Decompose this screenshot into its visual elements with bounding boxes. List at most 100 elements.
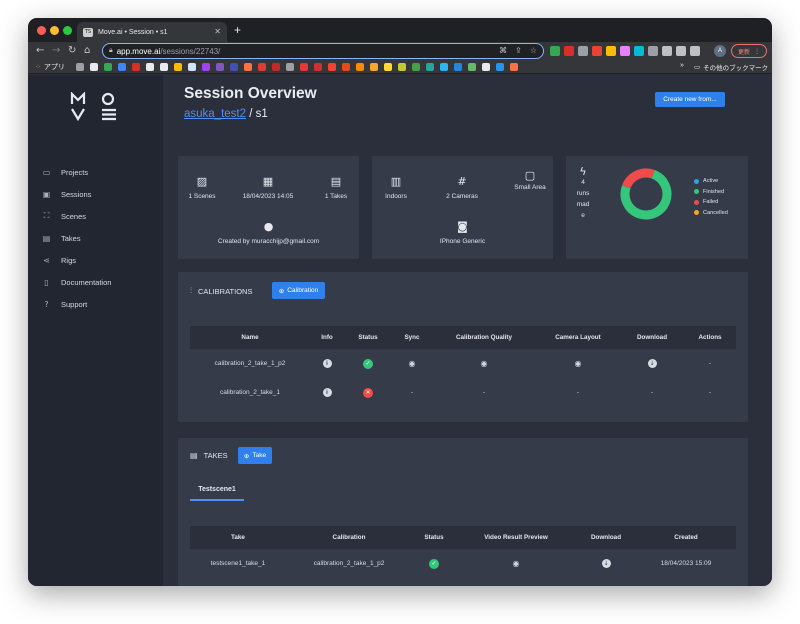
bookmark-icon[interactable] (76, 63, 84, 71)
bookmark-icon[interactable] (160, 63, 168, 71)
share-icon[interactable]: ⇪ (515, 46, 522, 55)
bookmark-icon[interactable] (118, 63, 126, 71)
bookmark-icon[interactable] (342, 63, 350, 71)
puzzle-icon[interactable] (648, 46, 658, 56)
bookmark-icon[interactable] (412, 63, 420, 71)
sidebar-item-sessions[interactable]: ▣ Sessions (42, 183, 111, 205)
extension-icon[interactable] (634, 46, 644, 56)
sidebar-item-takes[interactable]: ▤ Takes (42, 227, 111, 249)
extension-icon[interactable] (550, 46, 560, 56)
bookmark-icon[interactable] (356, 63, 364, 71)
download-icon[interactable] (676, 46, 686, 56)
bookmark-icon[interactable] (496, 63, 504, 71)
bookmark-star-icon[interactable]: ☆ (530, 46, 537, 55)
download-icon[interactable]: ↓ (647, 359, 657, 368)
bookmark-icon[interactable] (468, 63, 476, 71)
sidebar-icon[interactable] (690, 46, 700, 56)
maximize-window-button[interactable] (63, 26, 72, 35)
home-icon[interactable]: ⌂ (84, 45, 90, 56)
lock-icon: 🔒︎ (109, 47, 113, 54)
bookmarks-more-button[interactable]: » (680, 62, 684, 69)
bookmark-icon[interactable] (426, 63, 434, 71)
address-bar[interactable]: 🔒︎ app.move.ai/sessions/22743/ ⌘ ⇪ ☆ (102, 43, 544, 59)
sidebar-item-scenes[interactable]: ⛶ Scenes (42, 205, 111, 227)
bookmark-icon[interactable] (286, 63, 294, 71)
sliders-icon: ⫶ (190, 286, 192, 295)
bookmark-icon[interactable] (300, 63, 308, 71)
project-link[interactable]: asuka_test2 (184, 108, 246, 120)
create-new-from-button[interactable]: Create new from... (655, 92, 725, 107)
bookmark-icon[interactable] (258, 63, 266, 71)
extension-icon[interactable] (592, 46, 602, 56)
eye-icon[interactable]: ◉ (409, 359, 416, 368)
image-icon: ▨ (196, 175, 208, 188)
sidebar-item-documentation[interactable]: ▯ Documentation (42, 271, 111, 293)
info-icon[interactable]: i (322, 388, 332, 397)
location-stat: ▥ Indoors (378, 175, 414, 200)
camera-model-stat: ◙ IPhone Generic (372, 220, 553, 245)
sidebar-item-support[interactable]: ? Support (42, 293, 111, 315)
column-header: Sync (404, 334, 420, 341)
sidebar-item-projects[interactable]: ▭ Projects (42, 161, 111, 183)
browser-tab[interactable]: TS Move.ai • Session • s1 ✕ (77, 22, 227, 42)
eye-icon[interactable]: ◉ (481, 359, 488, 368)
back-icon[interactable]: ← (36, 45, 44, 56)
bookmark-icon[interactable] (440, 63, 448, 71)
bookmark-icon[interactable] (188, 63, 196, 71)
take-name[interactable]: testscene1_take_1 (190, 560, 286, 567)
eye-icon[interactable]: ◉ (575, 359, 582, 368)
bookmark-icon[interactable] (202, 63, 210, 71)
minimize-window-button[interactable] (50, 26, 59, 35)
column-header: Actions (698, 334, 722, 341)
profile-avatar[interactable]: A (714, 45, 726, 57)
column-header: Created (674, 534, 698, 541)
extension-icon[interactable] (606, 46, 616, 56)
bookmark-icon[interactable] (272, 63, 280, 71)
bookmark-icon[interactable] (510, 63, 518, 71)
translate-icon[interactable]: ⌘ (499, 46, 507, 55)
close-window-button[interactable] (37, 26, 46, 35)
forward-icon[interactable]: → (52, 45, 60, 56)
bookmark-icon[interactable] (174, 63, 182, 71)
update-label: 更新 (737, 49, 750, 56)
download-icon[interactable]: ↓ (601, 559, 611, 568)
bookmark-icon[interactable] (328, 63, 336, 71)
breadcrumb: asuka_test2 / s1 (184, 108, 268, 120)
info-icon[interactable]: i (322, 359, 332, 368)
other-bookmarks[interactable]: ▭ その他のブックマーク (694, 62, 768, 72)
sidebar-item-rigs[interactable]: ⋖ Rigs (42, 249, 111, 271)
bookmark-icon[interactable] (244, 63, 252, 71)
bookmark-apps[interactable]: ⁘ アプリ (35, 62, 65, 72)
bookmark-icon[interactable] (482, 63, 490, 71)
update-button[interactable]: 更新 ⋮ (731, 44, 767, 58)
new-tab-button[interactable]: + (234, 23, 241, 37)
bookmark-icon[interactable] (454, 63, 462, 71)
bookmark-icon[interactable] (370, 63, 378, 71)
tab-favicon-icon: TS (83, 27, 93, 37)
takes-table: Take Calibration Status Video Result Pre… (190, 526, 736, 578)
eye-icon[interactable]: ◉ (513, 559, 520, 568)
column-header: Status (358, 334, 378, 341)
bookmark-icon[interactable] (146, 63, 154, 71)
extension-icon[interactable] (564, 46, 574, 56)
media-icon[interactable] (662, 46, 672, 56)
bookmark-icon[interactable] (384, 63, 392, 71)
add-calibration-label: Calibration (287, 287, 319, 294)
add-calibration-button[interactable]: ⊕ Calibration (272, 282, 325, 299)
tab-close-icon[interactable]: ✕ (214, 27, 221, 36)
move-logo[interactable] (70, 91, 122, 122)
browser-toolbar: ← → ↻ ⌂ 🔒︎ app.move.ai/sessions/22743/ ⌘… (28, 42, 772, 60)
extension-icon[interactable] (578, 46, 588, 56)
bookmark-icon[interactable] (90, 63, 98, 71)
reload-icon[interactable]: ↻ (68, 45, 76, 56)
bookmark-icon[interactable] (132, 63, 140, 71)
tab-testscene1[interactable]: Testscene1 (190, 482, 244, 501)
bookmark-icon[interactable] (104, 63, 112, 71)
extension-icon[interactable] (620, 46, 630, 56)
add-take-button[interactable]: ⊕ Take (238, 447, 272, 464)
bookmark-icon[interactable] (314, 63, 322, 71)
bookmark-icon[interactable] (230, 63, 238, 71)
bookmark-icon[interactable] (398, 63, 406, 71)
bookmark-icons (76, 63, 518, 71)
bookmark-icon[interactable] (216, 63, 224, 71)
